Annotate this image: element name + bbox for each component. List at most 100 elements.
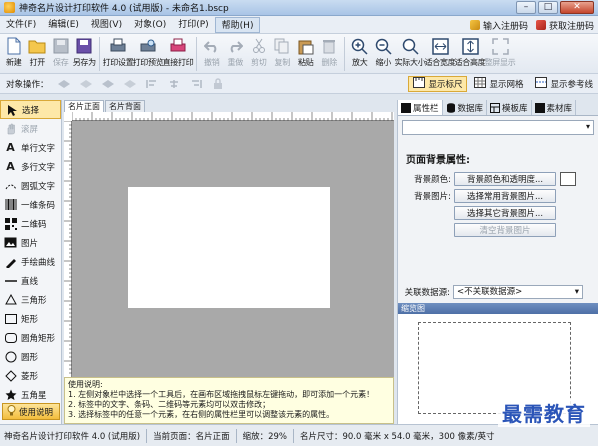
menu-help[interactable]: 帮助(H) xyxy=(214,16,261,33)
open-button[interactable]: 打开 xyxy=(26,34,50,74)
tool-image[interactable]: 图片 xyxy=(0,233,61,252)
tool-circle[interactable]: 圆形 xyxy=(0,347,61,366)
tab-front[interactable]: 名片正面 xyxy=(64,100,104,112)
datasource-select[interactable]: <不关联数据源> ▾ xyxy=(453,285,583,299)
tool-round-rect[interactable]: 圆角矩形 xyxy=(0,328,61,347)
new-button[interactable]: 新建 xyxy=(2,34,26,74)
tool-line[interactable]: 直线 xyxy=(0,271,61,290)
lock-icon[interactable] xyxy=(210,78,226,90)
print-setup-label: 打印设置 xyxy=(102,58,134,67)
tool-text-multiline[interactable]: A 多行文字 xyxy=(0,157,61,176)
tool-star[interactable]: 五角星 xyxy=(0,385,61,404)
zoom-in-button[interactable]: 放大 xyxy=(348,34,372,74)
bg-color-swatch[interactable] xyxy=(560,172,576,186)
print-preview-button[interactable]: 打印预览 xyxy=(133,34,164,74)
get-code-link[interactable]: 获取注册码 xyxy=(535,17,594,33)
zoom-out-button[interactable]: 缩小 xyxy=(372,34,396,74)
tool-text-line[interactable]: A 单行文字 xyxy=(0,138,61,157)
paste-icon xyxy=(297,37,315,55)
star-icon xyxy=(4,388,17,401)
tab-materials[interactable]: 素材库 xyxy=(532,100,577,115)
qrcode-icon xyxy=(4,217,17,230)
tool-freehand-label: 手绘曲线 xyxy=(21,257,56,268)
tool-qrcode-label: 二维码 xyxy=(21,219,47,230)
redo-button[interactable]: 重做 xyxy=(224,34,248,74)
tool-freehand[interactable]: 手绘曲线 xyxy=(0,252,61,271)
maximize-button[interactable]: □ xyxy=(538,1,558,14)
zoom-out-label: 缩小 xyxy=(375,58,392,67)
tool-qrcode[interactable]: 二维码 xyxy=(0,214,61,233)
tool-triangle[interactable]: 三角形 xyxy=(0,290,61,309)
tool-select[interactable]: 选择 xyxy=(0,100,61,119)
fit-width-button[interactable]: 适合宽度 xyxy=(425,34,456,74)
tab-templates[interactable]: 模板库 xyxy=(487,100,532,115)
tool-rect[interactable]: 矩形 xyxy=(0,309,61,328)
tool-diamond[interactable]: 菱形 xyxy=(0,366,61,385)
menu-edit[interactable]: 编辑(E) xyxy=(42,17,85,33)
align-left-icon[interactable] xyxy=(144,78,160,90)
window-title: 神奇名片设计打印软件 4.0 (试用版) - 未命名1.bscp xyxy=(19,4,229,14)
other-bg-image-button[interactable]: 选择其它背景图片... xyxy=(454,206,556,220)
direct-print-button[interactable]: 直接打印 xyxy=(163,34,194,74)
delete-button[interactable]: 删除 xyxy=(318,34,342,74)
minimize-button[interactable]: – xyxy=(516,1,536,14)
cut-button[interactable]: 剪切 xyxy=(247,34,271,74)
hand-icon xyxy=(4,122,17,135)
tool-text-arc[interactable]: 圆弧文字 xyxy=(0,176,61,195)
save-button[interactable]: 保存 xyxy=(49,34,73,74)
show-ruler-toggle[interactable]: 显示标尺 xyxy=(408,76,468,92)
tool-round-rect-label: 圆角矩形 xyxy=(21,333,56,344)
delete-icon xyxy=(320,37,338,55)
menu-view[interactable]: 视图(V) xyxy=(85,17,128,33)
tool-barcode[interactable]: 一维条码 xyxy=(0,195,61,214)
key-icon xyxy=(469,20,480,30)
help-button[interactable]: 使用说明 xyxy=(2,403,60,420)
register-code-link[interactable]: 输入注册码 xyxy=(469,17,528,33)
barcode-icon xyxy=(4,198,17,211)
bg-image-label: 背景图片: xyxy=(414,192,451,202)
show-guides-toggle[interactable]: 显示参考线 xyxy=(530,76,598,92)
tool-scroll[interactable]: 滚屏 xyxy=(0,119,61,138)
print-setup-button[interactable]: 打印设置 xyxy=(102,34,134,74)
design-canvas[interactable] xyxy=(72,121,394,377)
text-arc-icon xyxy=(4,179,17,192)
menu-file[interactable]: 文件(F) xyxy=(0,17,42,33)
grid-icon xyxy=(474,77,487,91)
copy-button[interactable]: 复制 xyxy=(271,34,295,74)
move-down-icon[interactable] xyxy=(122,78,138,90)
align-right-icon[interactable] xyxy=(188,78,204,90)
send-back-icon[interactable] xyxy=(78,78,94,90)
round-rect-icon xyxy=(4,331,17,344)
object-selector[interactable]: ▾ xyxy=(402,120,594,135)
close-button[interactable]: ✕ xyxy=(560,1,594,14)
freehand-icon xyxy=(4,255,17,268)
menu-object[interactable]: 对象(O) xyxy=(128,17,172,33)
zoom-in-label: 放大 xyxy=(352,58,368,67)
fullscreen-button[interactable]: 整屏显示 xyxy=(485,34,516,74)
tab-properties[interactable]: 属性栏 xyxy=(398,100,443,115)
bg-color-button[interactable]: 背景颜色和透明度... xyxy=(454,172,556,186)
show-grid-toggle[interactable]: 显示网格 xyxy=(469,76,528,92)
actual-size-button[interactable]: 实际大小 xyxy=(394,34,426,74)
tab-back[interactable]: 名片背面 xyxy=(105,100,145,112)
paste-button[interactable]: 粘贴 xyxy=(294,34,318,74)
circle-icon xyxy=(4,350,17,363)
clear-bg-image-button[interactable]: 清空背景图片 xyxy=(454,223,556,237)
fit-height-button[interactable]: 适合高度 xyxy=(455,34,486,74)
tab-database[interactable]: 数据库 xyxy=(443,100,488,115)
copy-label: 复制 xyxy=(274,58,291,67)
menu-print[interactable]: 打印(P) xyxy=(172,17,214,33)
toolbar-separator xyxy=(344,37,345,71)
common-bg-image-button[interactable]: 选择常用背景图片... xyxy=(454,189,556,203)
business-card-page[interactable] xyxy=(128,187,330,308)
save-as-button[interactable]: 另存为 xyxy=(73,34,96,74)
move-up-icon[interactable] xyxy=(100,78,116,90)
bring-front-icon[interactable] xyxy=(56,78,72,90)
status-app-name: 神奇名片设计打印软件 4.0 (试用版) xyxy=(4,431,141,442)
copy-icon xyxy=(273,37,291,55)
undo-button[interactable]: 撤销 xyxy=(200,34,224,74)
align-center-icon[interactable] xyxy=(166,78,182,90)
redo-label: 重做 xyxy=(227,58,244,67)
actual-size-label: 实际大小 xyxy=(394,58,426,67)
tool-circle-label: 圆形 xyxy=(21,352,39,363)
